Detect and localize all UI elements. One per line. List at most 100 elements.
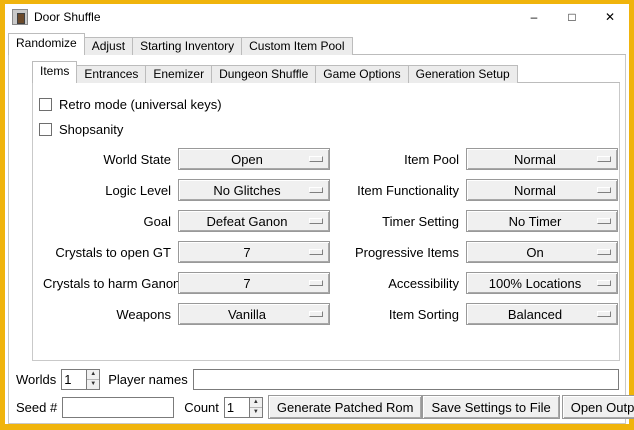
- player-names-label: Player names: [108, 372, 187, 387]
- crystals-harm-ganon-label: Crystals to harm Ganon: [43, 276, 171, 291]
- player-names-input[interactable]: [193, 369, 619, 390]
- tab-adjust[interactable]: Adjust: [84, 37, 133, 55]
- menu-indicator-icon: [309, 187, 323, 193]
- seed-row: Seed # Count ▲ ▼ Generate Patched Rom Sa…: [16, 395, 619, 419]
- accessibility-value: 100% Locations: [489, 276, 596, 291]
- shopsanity-row: Shopsanity: [39, 118, 613, 140]
- close-button[interactable]: ✕: [591, 4, 629, 30]
- seed-input[interactable]: [62, 397, 174, 418]
- window-controls: – □ ✕: [515, 4, 629, 30]
- weapons-dropdown[interactable]: Vanilla: [178, 303, 330, 325]
- progressive-items-value: On: [526, 245, 557, 260]
- menu-indicator-icon: [309, 280, 323, 286]
- count-label: Count: [184, 400, 219, 415]
- randomize-page: Items Entrances Enemizer Dungeon Shuffle…: [8, 55, 626, 424]
- item-functionality-value: Normal: [514, 183, 570, 198]
- window-title: Door Shuffle: [34, 10, 101, 24]
- tab-generation-setup[interactable]: Generation Setup: [408, 65, 518, 83]
- menu-indicator-icon: [309, 156, 323, 162]
- menu-indicator-icon: [309, 249, 323, 255]
- goal-value: Defeat Ganon: [207, 214, 302, 229]
- count-spin-arrows: ▲ ▼: [249, 398, 262, 417]
- crystals-open-gt-value: 7: [243, 245, 264, 260]
- window-inner: Door Shuffle – □ ✕ Randomize Adjust Star…: [5, 4, 629, 424]
- menu-indicator-icon: [597, 280, 611, 286]
- goal-dropdown[interactable]: Defeat Ganon: [178, 210, 330, 232]
- weapons-label: Weapons: [43, 307, 171, 322]
- item-pool-dropdown[interactable]: Normal: [466, 148, 618, 170]
- timer-setting-value: No Timer: [509, 214, 576, 229]
- secondary-tab-bar: Items Entrances Enemizer Dungeon Shuffle…: [32, 61, 620, 83]
- count-input[interactable]: [225, 398, 249, 417]
- bottom-controls: Worlds ▲ ▼ Player names Seed #: [12, 361, 622, 423]
- goal-label: Goal: [43, 214, 171, 229]
- worlds-spin-arrows: ▲ ▼: [86, 370, 99, 389]
- crystals-harm-ganon-value: 7: [243, 276, 264, 291]
- tab-randomize[interactable]: Randomize: [8, 33, 85, 55]
- app-icon[interactable]: [12, 9, 28, 25]
- menu-indicator-icon: [597, 156, 611, 162]
- progressive-items-dropdown[interactable]: On: [466, 241, 618, 263]
- maximize-button[interactable]: □: [553, 4, 591, 30]
- menu-indicator-icon: [309, 311, 323, 317]
- seed-label: Seed #: [16, 400, 57, 415]
- menu-indicator-icon: [597, 218, 611, 224]
- worlds-spin-up-icon[interactable]: ▲: [87, 370, 99, 379]
- worlds-row: Worlds ▲ ▼ Player names: [16, 367, 619, 391]
- tab-dungeon-shuffle[interactable]: Dungeon Shuffle: [211, 65, 316, 83]
- count-spinbox: ▲ ▼: [224, 397, 263, 418]
- item-sorting-value: Balanced: [508, 307, 576, 322]
- primary-tab-bar: Randomize Adjust Starting Inventory Cust…: [8, 33, 626, 55]
- retro-mode-row: Retro mode (universal keys): [39, 93, 613, 115]
- tab-game-options[interactable]: Game Options: [315, 65, 408, 83]
- logic-level-label: Logic Level: [43, 183, 171, 198]
- worlds-input[interactable]: [62, 370, 86, 389]
- shopsanity-label: Shopsanity: [59, 122, 123, 137]
- worlds-spinbox: ▲ ▼: [61, 369, 100, 390]
- item-functionality-label: Item Functionality: [337, 183, 459, 198]
- menu-indicator-icon: [597, 249, 611, 255]
- item-pool-label: Item Pool: [337, 152, 459, 167]
- title-bar: Door Shuffle – □ ✕: [5, 4, 629, 30]
- item-pool-value: Normal: [514, 152, 570, 167]
- save-settings-button[interactable]: Save Settings to File: [422, 395, 559, 419]
- accessibility-dropdown[interactable]: 100% Locations: [466, 272, 618, 294]
- menu-indicator-icon: [309, 218, 323, 224]
- retro-mode-label: Retro mode (universal keys): [59, 97, 222, 112]
- menu-indicator-icon: [597, 187, 611, 193]
- world-state-dropdown[interactable]: Open: [178, 148, 330, 170]
- crystals-harm-ganon-dropdown[interactable]: 7: [178, 272, 330, 294]
- item-sorting-label: Item Sorting: [337, 307, 459, 322]
- worlds-spin-down-icon[interactable]: ▼: [87, 379, 99, 389]
- generate-patched-rom-button[interactable]: Generate Patched Rom: [268, 395, 423, 419]
- item-sorting-dropdown[interactable]: Balanced: [466, 303, 618, 325]
- progressive-items-label: Progressive Items: [337, 245, 459, 260]
- accessibility-label: Accessibility: [337, 276, 459, 291]
- menu-indicator-icon: [597, 311, 611, 317]
- timer-setting-dropdown[interactable]: No Timer: [466, 210, 618, 232]
- tab-starting-inventory[interactable]: Starting Inventory: [132, 37, 242, 55]
- app-window: Door Shuffle – □ ✕ Randomize Adjust Star…: [0, 0, 634, 430]
- crystals-open-gt-dropdown[interactable]: 7: [178, 241, 330, 263]
- world-state-label: World State: [43, 152, 171, 167]
- tab-items[interactable]: Items: [32, 61, 77, 83]
- item-functionality-dropdown[interactable]: Normal: [466, 179, 618, 201]
- timer-setting-label: Timer Setting: [337, 214, 459, 229]
- shopsanity-checkbox[interactable]: [39, 123, 52, 136]
- logic-level-value: No Glitches: [213, 183, 294, 198]
- crystals-open-gt-label: Crystals to open GT: [43, 245, 171, 260]
- count-spin-down-icon[interactable]: ▼: [250, 407, 262, 417]
- weapons-value: Vanilla: [228, 307, 280, 322]
- count-spin-up-icon[interactable]: ▲: [250, 398, 262, 407]
- minimize-button[interactable]: –: [515, 4, 553, 30]
- worlds-label: Worlds: [16, 372, 56, 387]
- open-output-directory-button[interactable]: Open Output Directory: [562, 395, 634, 419]
- client-area: Randomize Adjust Starting Inventory Cust…: [5, 30, 629, 424]
- options-grid: World State Open Item Pool Normal Logic …: [43, 148, 613, 325]
- retro-mode-checkbox[interactable]: [39, 98, 52, 111]
- tab-custom-item-pool[interactable]: Custom Item Pool: [241, 37, 352, 55]
- logic-level-dropdown[interactable]: No Glitches: [178, 179, 330, 201]
- items-page: Retro mode (universal keys) Shopsanity W…: [32, 83, 620, 361]
- tab-enemizer[interactable]: Enemizer: [145, 65, 212, 83]
- tab-entrances[interactable]: Entrances: [76, 65, 146, 83]
